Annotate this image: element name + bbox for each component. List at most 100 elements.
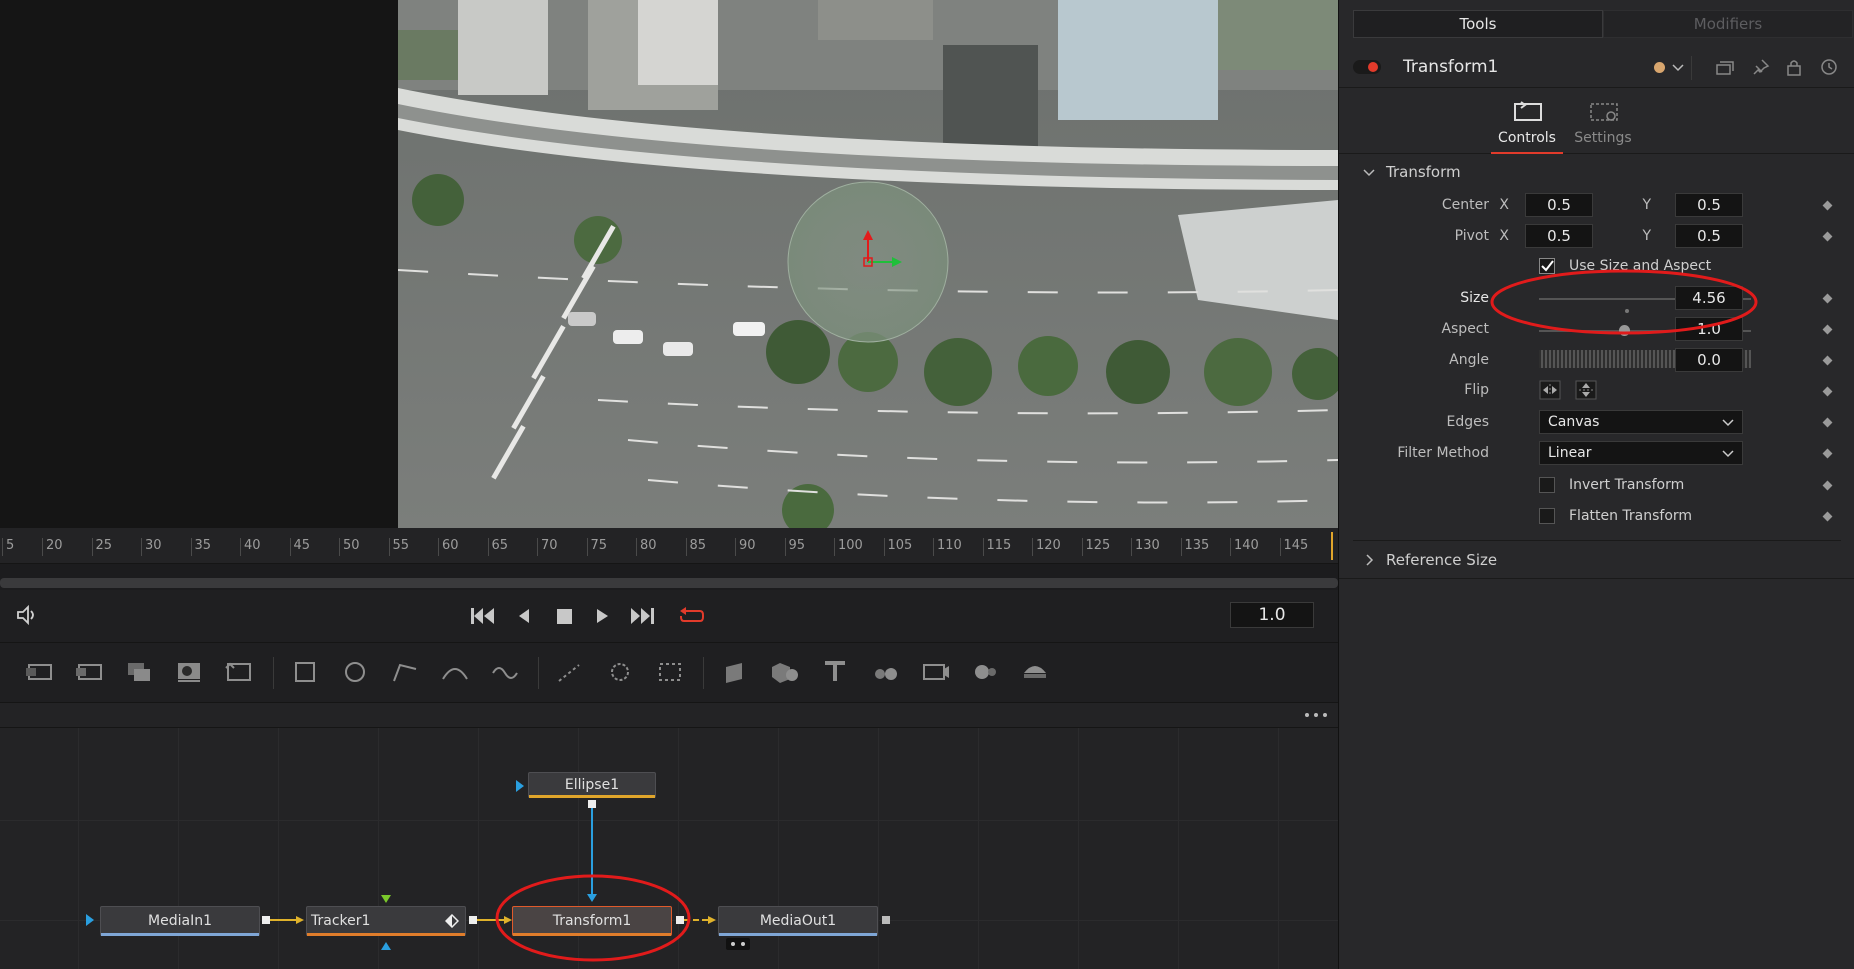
stop-icon[interactable]: [555, 606, 575, 626]
particle-render-icon[interactable]: [605, 659, 635, 685]
rectangle-mask-icon[interactable]: [290, 659, 320, 685]
step-back-icon[interactable]: [516, 606, 532, 626]
subtab-label: Settings: [1574, 130, 1632, 146]
edges-keyframe-icon[interactable]: [1822, 417, 1833, 428]
viewer[interactable]: [398, 0, 1338, 528]
invert-transform-keyframe-icon[interactable]: [1822, 480, 1833, 491]
playback-speed[interactable]: 1.0: [1230, 602, 1314, 628]
pivot-x-label: X: [1499, 228, 1509, 244]
go-to-end-icon[interactable]: [630, 606, 656, 626]
active-indicator: [1491, 152, 1563, 154]
text-tool-icon[interactable]: [124, 659, 154, 685]
spotlight-3d-icon[interactable]: [970, 659, 1000, 685]
tab-modifiers[interactable]: Modifiers: [1603, 10, 1853, 38]
play-icon[interactable]: [594, 606, 610, 626]
center-label: Center: [1441, 197, 1489, 213]
center-y-input[interactable]: 0.5: [1675, 193, 1743, 217]
invert-transform-checkbox[interactable]: [1539, 477, 1555, 493]
loop-icon[interactable]: [678, 604, 706, 626]
playhead[interactable]: [1331, 532, 1333, 560]
flip-keyframe-icon[interactable]: [1822, 386, 1833, 397]
aspect-input[interactable]: 1.0: [1675, 317, 1743, 341]
fast-noise-tool-icon[interactable]: [74, 659, 104, 685]
node-title: Transform1: [1403, 57, 1499, 77]
angle-keyframe-icon[interactable]: [1822, 355, 1833, 366]
particle-emitter-icon[interactable]: [555, 659, 585, 685]
use-size-aspect-label: Use Size and Aspect: [1569, 258, 1712, 274]
timeline-ruler[interactable]: 5 20 25 30 35 40 45 50 55 60 65 70 75 80 85 90 95 100 105 1…: [0, 528, 1338, 564]
pivot-x-input[interactable]: 0.5: [1525, 224, 1593, 248]
size-keyframe-icon[interactable]: [1822, 293, 1833, 304]
left-viewer-empty: [0, 0, 398, 528]
flatten-transform-checkbox[interactable]: [1539, 508, 1555, 524]
use-size-aspect-checkbox[interactable]: [1539, 258, 1555, 274]
section-reference-size[interactable]: Reference Size: [1386, 551, 1497, 569]
bspline-mask-icon[interactable]: [440, 659, 470, 685]
timeline-tick: 145: [1279, 538, 1308, 556]
shape-3d-icon[interactable]: [770, 659, 800, 685]
node-ellipse1[interactable]: Ellipse1: [528, 772, 656, 798]
flip-horizontal-icon[interactable]: [1539, 380, 1561, 400]
center-x-input[interactable]: 0.5: [1525, 193, 1593, 217]
invert-transform-label: Invert Transform: [1569, 477, 1685, 493]
pivot-keyframe-icon[interactable]: [1822, 231, 1833, 242]
node-transform1[interactable]: Transform1: [512, 906, 672, 936]
node-tracker1[interactable]: Tracker1: [306, 906, 466, 936]
viewer-image: [398, 0, 1338, 528]
go-to-start-icon[interactable]: [470, 606, 496, 626]
settings-icon: [1590, 103, 1618, 121]
merge-3d-icon[interactable]: [870, 659, 900, 685]
timeline-scrubber[interactable]: [0, 578, 1338, 588]
merge-tool-icon[interactable]: [174, 659, 204, 685]
aspect-slider-knob[interactable]: [1619, 325, 1630, 336]
section-transform[interactable]: Transform: [1386, 163, 1461, 181]
more-options-icon[interactable]: [1304, 711, 1328, 719]
node-label: Ellipse1: [564, 777, 620, 793]
chevron-down-icon: [1722, 450, 1734, 458]
filter-method-label: Filter Method: [1397, 445, 1489, 461]
particle-tool-icon[interactable]: [655, 659, 685, 685]
tab-tools[interactable]: Tools: [1353, 10, 1603, 38]
paint-tool-icon[interactable]: [490, 659, 520, 685]
timeline-tick: 45: [289, 538, 310, 556]
polygon-mask-icon[interactable]: [390, 659, 420, 685]
size-input[interactable]: 4.56: [1675, 286, 1743, 310]
timeline-tick: 100: [834, 538, 863, 556]
audio-icon[interactable]: [16, 604, 40, 626]
aspect-keyframe-icon[interactable]: [1822, 324, 1833, 335]
edges-dropdown[interactable]: Canvas: [1539, 410, 1743, 434]
reset-icon[interactable]: [1820, 58, 1838, 76]
subtab-controls[interactable]: Controls: [1489, 98, 1565, 154]
node-editor[interactable]: MediaIn1 Tracker1 Transform1 MediaOut1 E…: [0, 728, 1338, 969]
timeline-tick: 110: [933, 538, 962, 556]
text-3d-icon[interactable]: [820, 659, 850, 685]
image-plane-3d-icon[interactable]: [720, 659, 750, 685]
timeline-tick: 30: [141, 538, 162, 556]
pin-icon[interactable]: [1752, 58, 1770, 76]
chevron-down-icon[interactable]: [1363, 168, 1375, 178]
node-mediain1[interactable]: MediaIn1: [100, 906, 260, 936]
chevron-down-icon[interactable]: [1672, 63, 1684, 73]
versions-icon[interactable]: [1716, 60, 1734, 76]
pivot-y-input[interactable]: 0.5: [1675, 224, 1743, 248]
flatten-transform-keyframe-icon[interactable]: [1822, 511, 1833, 522]
section-divider: [1353, 540, 1841, 541]
filter-method-dropdown[interactable]: Linear: [1539, 441, 1743, 465]
center-keyframe-icon[interactable]: [1822, 200, 1833, 211]
camera-3d-icon[interactable]: [920, 659, 950, 685]
toolbar-divider: [703, 657, 704, 689]
angle-input[interactable]: 0.0: [1675, 348, 1743, 372]
subtab-settings[interactable]: Settings: [1565, 98, 1641, 150]
renderer-3d-icon[interactable]: [1020, 659, 1050, 685]
filter-method-keyframe-icon[interactable]: [1822, 448, 1833, 459]
node-enable-toggle[interactable]: [1353, 60, 1381, 74]
node-color-dot[interactable]: [1654, 62, 1665, 73]
node-mediaout1[interactable]: MediaOut1: [718, 906, 878, 936]
transform-tool-icon[interactable]: [224, 659, 254, 685]
ellipse-mask-icon[interactable]: [340, 659, 370, 685]
flip-vertical-icon[interactable]: [1575, 380, 1597, 400]
lock-icon[interactable]: [1786, 58, 1802, 76]
center-x-label: X: [1499, 197, 1509, 213]
background-tool-icon[interactable]: [24, 659, 54, 685]
chevron-right-icon[interactable]: [1365, 554, 1375, 566]
